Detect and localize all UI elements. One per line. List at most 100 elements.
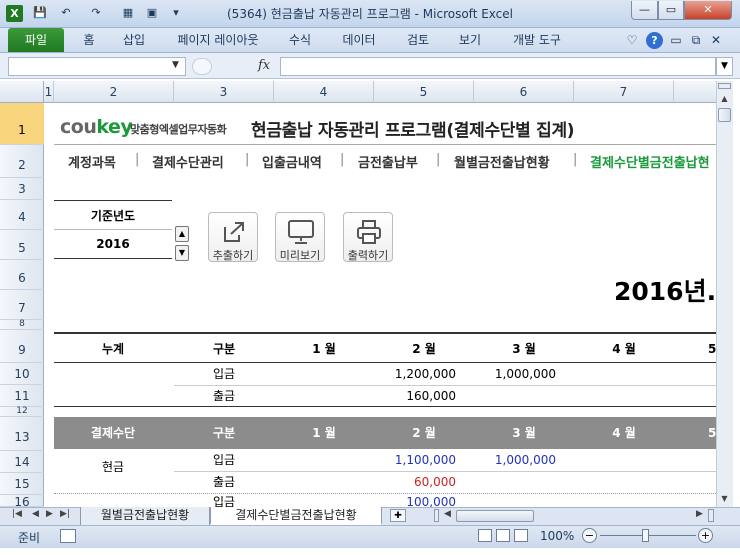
tab-home[interactable]: 홈 [72,28,106,53]
zoom-out-button[interactable]: − [582,528,597,543]
macro-record-icon[interactable] [60,529,76,543]
sheet-tab-monthly[interactable]: 월별금전출납현황 [80,507,210,525]
column-header-3[interactable]: 3 [174,81,274,103]
summary-header-m2: 2 월 [412,342,436,356]
year-spin-up-button[interactable]: ▲ [175,226,189,242]
quick-access-more-icon[interactable]: ▾ [168,5,184,21]
detail-row-type: 입금 [212,495,236,507]
row-header-11[interactable]: 11 [0,385,44,407]
column-header-6[interactable]: 6 [474,81,574,103]
redo-icon[interactable]: ↷ [88,5,104,21]
nav-by-payment-method[interactable]: 결제수단별금전출납현 [590,152,716,171]
prev-sheet-icon[interactable]: ◀ [32,509,39,519]
excel-logo-icon: X [6,5,23,22]
row-header-3[interactable]: 3 [0,178,44,200]
column-header-1[interactable]: 1 [44,81,54,103]
name-box-dropdown-icon[interactable]: ▼ [172,60,179,70]
row-header-4[interactable]: 4 [0,200,44,230]
page-break-view-icon[interactable] [514,529,528,542]
year-spin-down-button[interactable]: ▼ [175,245,189,261]
fx-icon[interactable]: fx [258,58,270,73]
scroll-left-icon[interactable]: ◀ [444,509,451,519]
column-header-7[interactable]: 7 [574,81,674,103]
next-sheet-icon[interactable]: ▶ [46,509,53,519]
ribbon-close-icon[interactable]: ✕ [708,28,724,53]
row-header-16[interactable]: 16 [0,495,44,507]
name-box[interactable] [8,57,186,76]
vertical-scrollbar[interactable] [716,81,733,507]
last-sheet-icon[interactable]: ▶| [60,509,70,519]
row-header-14[interactable]: 14 [0,451,44,473]
expand-formula-bar-icon[interactable]: ▼ [716,57,733,76]
select-all-corner[interactable] [0,81,44,103]
horizontal-scroll-thumb[interactable] [456,510,534,522]
summary-header-underline [54,362,716,363]
tab-insert[interactable]: 삽입 [114,28,154,53]
row-header-7[interactable]: 7 [0,290,44,320]
column-header-5[interactable]: 5 [374,81,474,103]
row-header-15[interactable]: 15 [0,473,44,495]
h-split-box-icon[interactable] [708,509,714,522]
quick-access-icon-2[interactable]: ▣ [144,5,160,21]
tab-view[interactable]: 보기 [450,28,490,53]
save-icon[interactable]: 💾 [32,5,48,21]
zoom-slider-thumb[interactable] [642,529,649,542]
row-header-12[interactable]: 12 [0,407,44,417]
help-icon[interactable]: ? [646,32,663,49]
row-header-5[interactable]: 5 [0,230,44,260]
tab-review[interactable]: 검토 [398,28,438,53]
row-header-8[interactable]: 8 [0,320,44,330]
nav-cash-book[interactable]: 금전출납부 [358,152,418,171]
row-header-9[interactable]: 9 [0,330,44,363]
split-box-icon[interactable] [718,83,731,89]
tab-data[interactable]: 데이터 [334,28,384,53]
sheet-tab-by-payment-method[interactable]: 결제수단별금전출납현황 [210,507,382,525]
close-button[interactable]: ✕ [684,1,732,20]
summary-header-m1: 1 월 [312,342,336,356]
summary-header-m4: 4 월 [612,342,636,356]
row-header-1[interactable]: 1 [0,103,44,145]
tab-page-layout[interactable]: 페이지 레이아웃 [168,28,268,53]
nav-separator: | [573,152,578,167]
column-header-4[interactable]: 4 [274,81,374,103]
ribbon-restore-icon[interactable]: ⧉ [688,28,704,53]
zoom-in-button[interactable]: + [698,528,713,543]
detail-row-m2: 1,100,000 [394,453,456,467]
scroll-up-icon[interactable]: ▲ [718,93,731,105]
tab-formulas[interactable]: 수식 [280,28,320,53]
file-tab[interactable]: 파일 [8,28,64,52]
vertical-scroll-thumb[interactable] [718,108,731,122]
page-layout-view-icon[interactable] [496,529,510,542]
tab-developer[interactable]: 개발 도구 [504,28,570,53]
normal-view-icon[interactable] [478,529,492,542]
first-sheet-icon[interactable]: |◀ [12,509,22,519]
nav-payment-methods[interactable]: 결제수단관리 [152,152,224,171]
nav-monthly-status[interactable]: 월별금전출납현황 [454,152,550,171]
summary-header-total: 누계 [101,342,125,356]
year-value[interactable]: 2016 [54,230,172,259]
printer-icon [357,220,381,244]
row-header-2[interactable]: 2 [0,145,44,178]
scroll-right-icon[interactable]: ▶ [696,509,703,519]
detail-row-m2: 100,000 [406,495,456,507]
row-header-6[interactable]: 6 [0,260,44,290]
row-header-13[interactable]: 13 [0,417,44,451]
maximize-button[interactable]: ▭ [658,1,684,20]
year-heading: 2016년. [614,277,717,306]
tab-split-icon[interactable] [434,509,439,522]
formula-input[interactable] [280,57,716,76]
minimize-button[interactable]: — [631,1,658,20]
new-sheet-icon[interactable]: ✚ [390,509,406,522]
scroll-down-icon[interactable]: ▼ [718,493,731,505]
nav-account-items[interactable]: 계정과목 [68,152,116,171]
ribbon-favorite-icon[interactable]: ♡ [624,28,640,53]
quick-access-icon-1[interactable]: ▦ [120,5,136,21]
nav-transactions[interactable]: 입출금내역 [262,152,322,171]
summary-row-m2: 160,000 [406,389,456,403]
undo-icon[interactable]: ↶ [58,5,74,21]
column-header-2[interactable]: 2 [54,81,174,103]
zoom-level[interactable]: 100% [540,529,574,543]
ribbon-minimize-icon[interactable]: ▭ [668,28,684,53]
detail-header-m1: 1 월 [312,426,336,440]
row-header-10[interactable]: 10 [0,363,44,385]
